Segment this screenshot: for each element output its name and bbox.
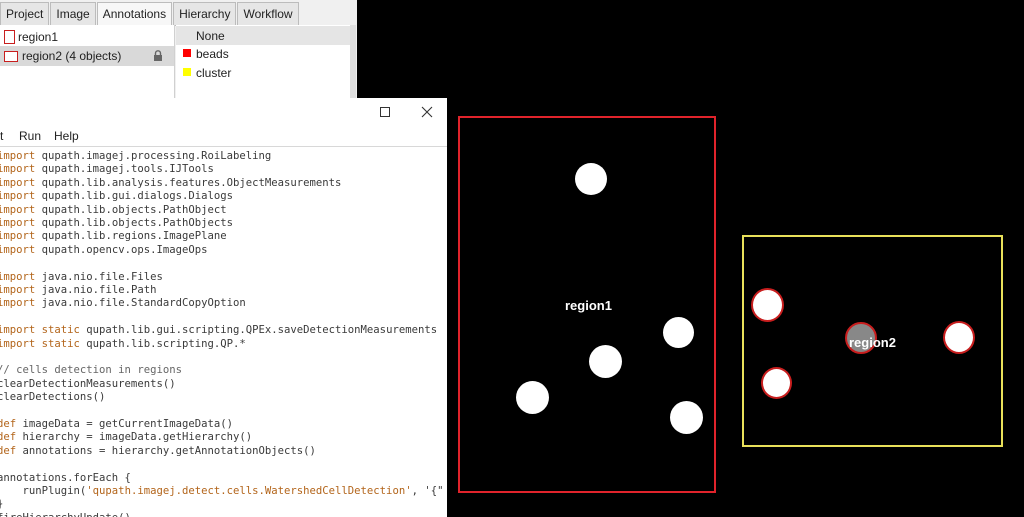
code-line: def imageData = getCurrentImageData() — [0, 418, 233, 430]
code-line: import static qupath.lib.gui.scripting.Q… — [0, 324, 438, 337]
region1-label: region1 — [565, 298, 612, 313]
code-line: runPlugin('qupath.imagej.detect.cells.Wa… — [0, 485, 444, 497]
editor-menubar: t Run Help — [0, 126, 447, 146]
code-line: import java.nio.file.Path — [0, 284, 157, 296]
tab-workflow[interactable]: Workflow — [237, 2, 299, 25]
qupath-left-panel: Project Image Annotations Hierarchy Work… — [0, 0, 358, 98]
code-line: fireHierarchyUpdate() — [0, 511, 131, 517]
cell — [575, 163, 607, 195]
code-line: import qupath.imagej.tools.IJTools — [0, 163, 214, 176]
annotation-item-region2[interactable]: region2 (4 objects) — [0, 46, 174, 66]
cell — [670, 401, 703, 434]
menu-edit[interactable]: t — [0, 129, 3, 143]
code-line: import qupath.imagej.processing.RoiLabel… — [0, 150, 272, 162]
tab-bar: Project Image Annotations Hierarchy Work… — [0, 0, 356, 26]
annotation-shape-icon — [4, 30, 15, 44]
code-line: def annotations = hierarchy.getAnnotatio… — [0, 444, 316, 457]
class-label: None — [196, 29, 225, 43]
annotation-list: region1 region2 (4 objects) — [0, 25, 175, 98]
maximize-icon[interactable] — [377, 104, 393, 120]
class-item-beads[interactable]: beads — [176, 44, 350, 63]
menu-help[interactable]: Help — [54, 129, 79, 143]
annotation-label: region2 (4 objects) — [22, 49, 122, 63]
class-list: None beads cluster — [176, 25, 350, 98]
script-editor-window: t Run Help import qupath.imagej.processi… — [0, 98, 448, 517]
annotation-shape-icon — [4, 51, 18, 62]
class-label: cluster — [196, 66, 232, 80]
code-line: import qupath.lib.gui.dialogs.Dialogs — [0, 190, 233, 203]
color-swatch — [183, 68, 191, 76]
code-line: import qupath.lib.objects.PathObjects — [0, 217, 233, 229]
code-line: import qupath.opencv.ops.ImageOps — [0, 243, 208, 256]
annotation-item-region1[interactable]: region1 — [0, 27, 174, 47]
code-line: // cells detection in regions — [0, 364, 182, 377]
code-line: annotations.forEach { — [0, 471, 131, 484]
color-swatch — [183, 49, 191, 57]
close-icon[interactable] — [419, 104, 435, 120]
cell — [589, 345, 622, 378]
code-line: import qupath.lib.regions.ImagePlane — [0, 230, 227, 243]
detected-cell[interactable] — [943, 321, 975, 354]
scrollbar[interactable] — [350, 25, 356, 98]
code-line: import java.nio.file.Files — [0, 270, 163, 283]
detected-cell[interactable] — [761, 367, 792, 399]
editor-titlebar — [0, 98, 447, 126]
image-viewer-top — [357, 0, 1024, 98]
code-line: import static qupath.lib.scripting.QP.* — [0, 337, 246, 350]
tab-annotations[interactable]: Annotations — [96, 2, 173, 25]
code-line: import java.nio.file.StandardCopyOption — [0, 297, 246, 310]
code-line: clearDetections() — [0, 391, 106, 404]
cell — [663, 317, 694, 348]
code-line: import qupath.lib.analysis.features.Obje… — [0, 176, 342, 189]
cell — [516, 381, 549, 414]
annotation-label: region1 — [18, 30, 59, 44]
class-label: beads — [196, 47, 229, 61]
code-line: } — [0, 497, 3, 511]
code-line: clearDetectionMeasurements() — [0, 377, 176, 390]
code-line: import qupath.lib.objects.PathObject — [0, 203, 227, 216]
menu-run[interactable]: Run — [19, 129, 41, 143]
class-item-cluster[interactable]: cluster — [176, 63, 350, 82]
lock-icon — [154, 50, 162, 61]
code-line: def hierarchy = imageData.getHierarchy() — [0, 431, 253, 444]
detected-cell[interactable] — [751, 288, 784, 322]
region2-label: region2 — [849, 335, 896, 350]
tab-image[interactable]: Image — [50, 2, 96, 25]
code-editor[interactable]: import qupath.imagej.processing.RoiLabel… — [0, 146, 447, 517]
class-item-none[interactable]: None — [176, 26, 350, 45]
tab-hierarchy[interactable]: Hierarchy — [173, 2, 237, 25]
tab-project[interactable]: Project — [0, 2, 50, 25]
